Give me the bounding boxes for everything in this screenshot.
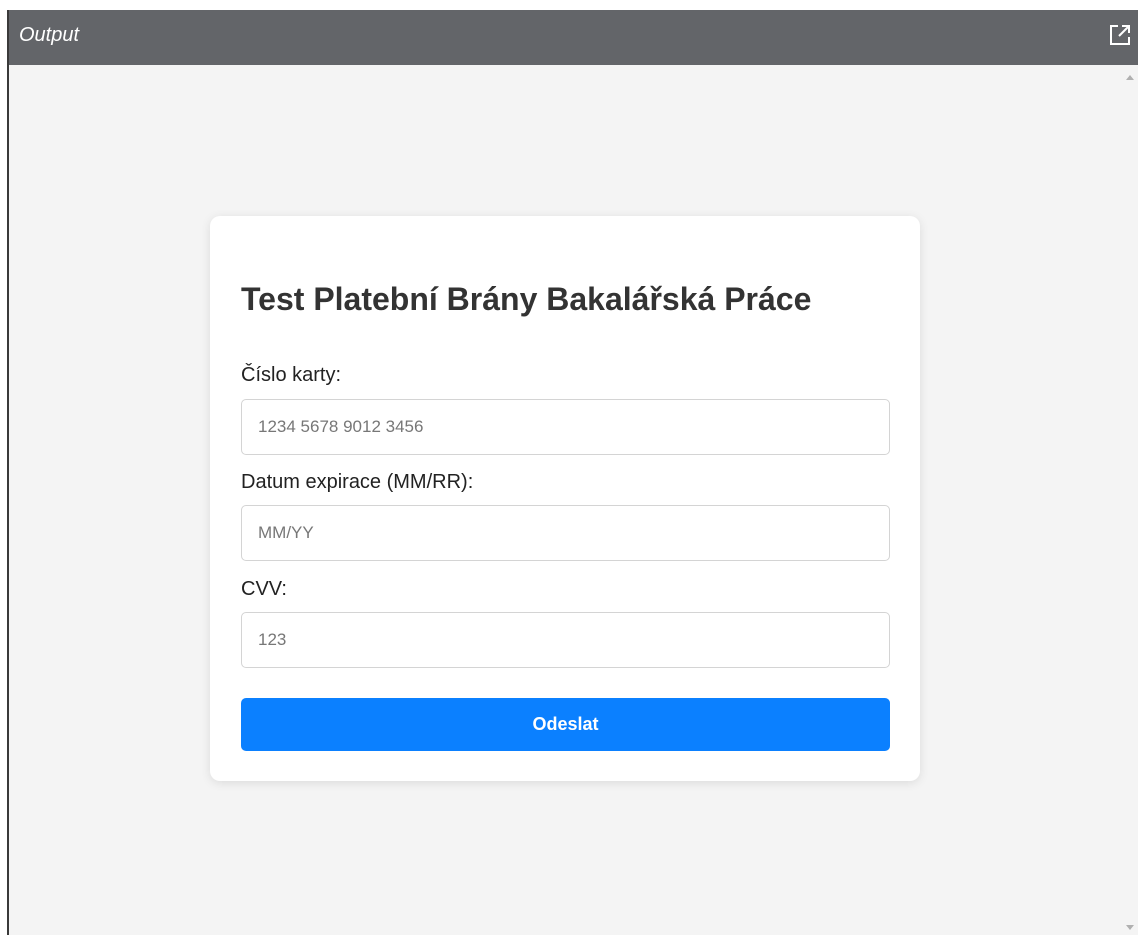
payment-form-card: Test Platební Brány Bakalářská Práce Čís… [210,216,920,781]
cvv-input[interactable] [241,612,890,668]
panel-title: Output [19,24,80,46]
cvv-label: CVV: [241,578,287,600]
output-viewport: Test Platební Brány Bakalářská Práce Čís… [9,65,1138,935]
form-heading: Test Platební Brány Bakalářská Práce [241,281,812,317]
scroll-up-arrow-icon[interactable] [1126,75,1134,80]
expiry-date-label: Datum expirace (MM/RR): [241,471,474,493]
output-panel: Output Test Platební Brány Bakalářská Pr… [0,0,1138,935]
external-link-icon[interactable] [1108,23,1132,47]
expiry-date-input[interactable] [241,505,890,561]
card-number-label: Číslo karty: [241,364,342,386]
scroll-down-arrow-icon[interactable] [1126,925,1134,930]
submit-button[interactable]: Odeslat [241,698,890,751]
panel-titlebar: Output [9,10,1138,65]
card-number-input[interactable] [241,399,890,455]
